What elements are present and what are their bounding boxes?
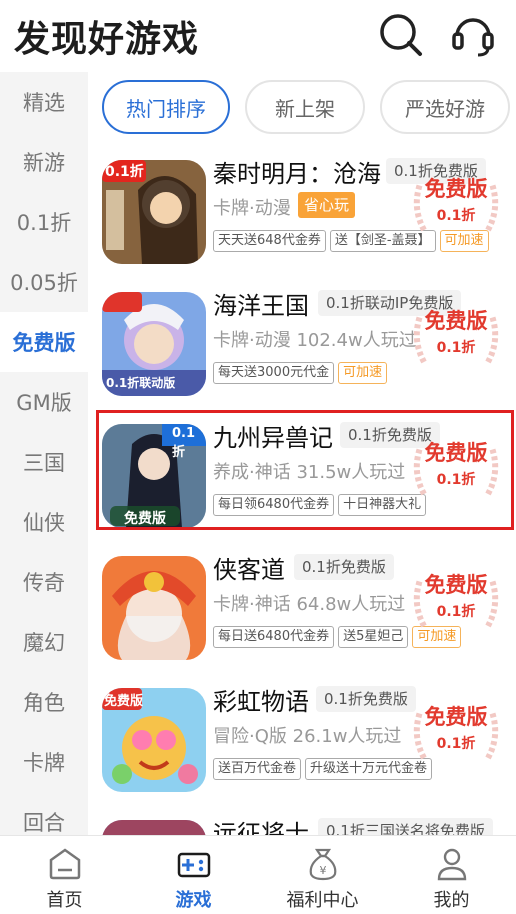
nav-label: 首页 (46, 890, 83, 911)
tag: 送百万代金卷 (213, 758, 302, 780)
game-title: 秦时明月：沧海 (213, 160, 381, 188)
nav-games[interactable]: 游戏 (129, 836, 258, 914)
discount-badge: 0.1折三国送名将免费版 (318, 818, 493, 835)
game-icon (102, 556, 206, 660)
headset-icon[interactable] (448, 10, 498, 60)
game-category: 冒险·Q版 26.1w人玩过 (213, 726, 402, 747)
stamp-sub: 0.1折 (437, 339, 476, 356)
nav-label: 福利中心 (286, 890, 359, 911)
stamp-sub: 0.1折 (437, 603, 476, 620)
game-title: 九州异兽记 (213, 424, 333, 452)
sidebar-item-gm[interactable]: GM版 (0, 372, 88, 432)
stamp-title: 免费版 (425, 177, 488, 201)
tag: 每日领6480代金券 (213, 494, 335, 516)
game-item[interactable]: 0.1折 秦时明月：沧海 0.1折免费版 卡牌·动漫 省心玩 天天送648代金券… (88, 154, 516, 284)
game-tags: 每日领6480代金券 十日神器大礼 (213, 494, 430, 516)
tag: 每天送3000元代金 (213, 362, 335, 384)
sidebar-item-free-version[interactable]: 免费版 (0, 312, 88, 372)
game-category: 养成·神话 31.5w人玩过 (213, 462, 406, 483)
nav-welfare[interactable]: ¥ 福利中心 (258, 836, 387, 914)
free-version-stamp: 免费版 0.1折 (413, 573, 499, 628)
sidebar-item-huihe[interactable]: 回合 (0, 792, 88, 835)
tab-new-release[interactable]: 新上架 (245, 80, 365, 134)
stamp-title: 免费版 (425, 441, 488, 465)
sidebar-item-mohuan[interactable]: 魔幻 (0, 612, 88, 672)
sidebar-item-0.1-discount[interactable]: 0.1折 (0, 192, 88, 252)
tab-hot-sort[interactable]: 热门排序 (102, 80, 230, 134)
game-icon: 0.1折 免费版 (102, 424, 206, 528)
icon-label: 0.1折 (105, 164, 144, 180)
game-category: 卡牌·动漫 (213, 198, 291, 219)
game-item[interactable]: 远征将士 0.1折三国送名将免费版 (88, 814, 516, 835)
tag: 天天送648代金券 (213, 230, 326, 252)
game-icon: 0.1折 (102, 160, 206, 264)
sort-tabs: 热门排序 新上架 严选好游 (88, 80, 516, 136)
free-version-stamp: 免费版 0.1折 (413, 309, 499, 364)
game-category: 卡牌·神话 64.8w人玩过 (213, 594, 406, 615)
game-item[interactable]: 免费版 彩虹物语 0.1折免费版 冒险·Q版 26.1w人玩过 送百万代金卷 升级… (88, 682, 516, 812)
sidebar-item-juese[interactable]: 角色 (0, 672, 88, 732)
nav-label: 我的 (433, 890, 470, 911)
icon-label-discount: 0.1折 (172, 426, 196, 460)
icon-label: 免费版 (124, 511, 166, 527)
game-title: 远征将士 (213, 820, 309, 835)
sidebar-item-chuanqi[interactable]: 传奇 (0, 552, 88, 612)
stamp-sub: 0.1折 (437, 207, 476, 224)
user-icon (437, 848, 467, 881)
sidebar-item-xinyou[interactable]: 新游 (0, 132, 88, 192)
svg-text:¥: ¥ (320, 864, 327, 877)
stamp-title: 免费版 (425, 309, 488, 333)
easy-play-badge: 省心玩 (298, 192, 356, 218)
app-header: 发现好游戏 (0, 0, 516, 72)
game-title: 海洋王国 (213, 292, 309, 320)
game-icon (102, 820, 206, 835)
tab-selected-games[interactable]: 严选好游 (380, 80, 510, 134)
category-sidebar: 精选 新游 0.1折 0.05折 免费版 GM版 三国 仙侠 传奇 魔幻 角色 … (0, 72, 88, 835)
sidebar-item-sanguo[interactable]: 三国 (0, 432, 88, 492)
tag: 送5星妲己 (338, 626, 409, 648)
game-item[interactable]: 侠客道 0.1折免费版 卡牌·神话 64.8w人玩过 每日送6480代金券 送5星… (88, 550, 516, 680)
gamepad-icon (177, 852, 211, 878)
nav-home[interactable]: 首页 (0, 836, 129, 914)
game-title: 侠客道 (213, 556, 285, 584)
bottom-nav: 首页 游戏 ¥ 福利中心 我的 (0, 835, 516, 913)
tag: 每日送6480代金券 (213, 626, 335, 648)
nav-profile[interactable]: 我的 (387, 836, 516, 914)
game-tags: 送百万代金卷 升级送十万元代金卷 (213, 758, 436, 780)
home-icon (49, 848, 81, 880)
sidebar-item-xianxia[interactable]: 仙侠 (0, 492, 88, 552)
nav-label: 游戏 (175, 890, 212, 911)
page-title: 发现好游戏 (14, 19, 200, 60)
sidebar-item-kapai[interactable]: 卡牌 (0, 732, 88, 792)
game-item[interactable]: 0.1折 免费版 九州异兽记 0.1折免费版 养成·神话 31.5w人玩过 每日… (88, 418, 516, 548)
free-version-stamp: 免费版 0.1折 (413, 441, 499, 496)
game-item[interactable]: 0.1折联动版 海洋王国 0.1折联动IP免费版 卡牌·动漫 102.4w人玩过… (88, 286, 516, 416)
sidebar-item-jingxuan[interactable]: 精选 (0, 72, 88, 132)
stamp-title: 免费版 (425, 573, 488, 597)
game-tags: 每天送3000元代金 可加速 (213, 362, 391, 384)
free-version-stamp: 免费版 0.1折 (413, 177, 499, 232)
game-icon: 免费版 (102, 688, 206, 792)
stamp-title: 免费版 (425, 705, 488, 729)
gift-bag-icon: ¥ (309, 848, 337, 881)
sidebar-item-0.05-discount[interactable]: 0.05折 (0, 252, 88, 312)
game-category: 卡牌·动漫 102.4w人玩过 (213, 330, 417, 351)
search-icon[interactable] (376, 10, 426, 60)
discount-badge: 0.1折免费版 (294, 554, 394, 580)
game-icon: 0.1折联动版 (102, 292, 206, 396)
icon-label: 免费版 (104, 694, 144, 709)
icon-label: 0.1折联动版 (106, 376, 176, 390)
speedup-tag: 可加速 (338, 362, 388, 384)
stamp-sub: 0.1折 (437, 735, 476, 752)
game-title: 彩虹物语 (213, 688, 309, 716)
free-version-stamp: 免费版 0.1折 (413, 705, 499, 760)
game-list-panel: 热门排序 新上架 严选好游 0.1折 秦时明月：沧海 0.1折免费版 卡牌·动漫… (88, 72, 516, 835)
stamp-sub: 0.1折 (437, 471, 476, 488)
discount-badge: 0.1折免费版 (316, 686, 416, 712)
